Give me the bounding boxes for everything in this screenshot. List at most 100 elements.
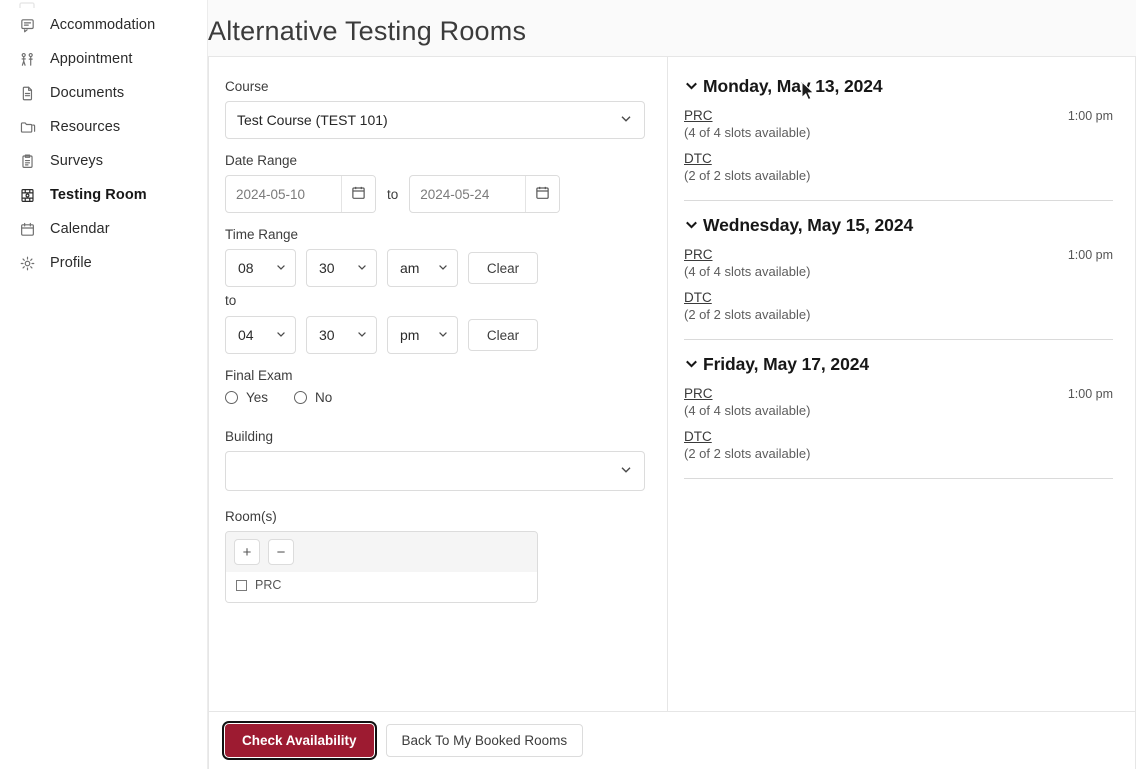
sidebar-item-testing-room[interactable]: Testing Room — [0, 178, 207, 212]
date-range-label: Date Range — [225, 153, 298, 168]
final-exam-option-no[interactable]: No — [294, 390, 332, 405]
final-exam-option-yes[interactable]: Yes — [225, 390, 268, 405]
slot-room-link[interactable]: PRC — [684, 108, 810, 123]
people-icon — [18, 50, 36, 68]
calendar-icon — [18, 220, 36, 238]
clipped-icon — [18, 0, 207, 8]
course-select[interactable]: Test Course (TEST 101) — [225, 101, 645, 139]
course-label: Course — [225, 79, 269, 94]
slot-info: DTC (2 of 2 slots available) — [684, 151, 810, 183]
end-time-clear-button[interactable]: Clear — [468, 319, 538, 351]
chevron-down-icon — [275, 327, 287, 343]
availability-slot: PRC (4 of 4 slots available) 1:00 pm — [684, 108, 1113, 140]
sidebar-item-calendar[interactable]: Calendar — [0, 212, 207, 246]
check-availability-button[interactable]: Check Availability — [222, 721, 377, 760]
start-time-clear-button[interactable]: Clear — [468, 252, 538, 284]
folder-icon — [18, 118, 36, 136]
sidebar-item-label: Testing Room — [50, 187, 147, 203]
slot-info: DTC (2 of 2 slots available) — [684, 290, 810, 322]
course-select-value: Test Course (TEST 101) — [237, 112, 388, 128]
availability-day-group: Friday, May 17, 2024 PRC (4 of 4 slots ava… — [684, 353, 1113, 479]
add-room-button[interactable]: + — [234, 539, 260, 565]
sidebar-item-surveys[interactable]: Surveys — [0, 144, 207, 178]
availability-form: Course Test Course (TEST 101) Date Range — [209, 57, 668, 711]
start-meridiem-select[interactable]: am — [387, 249, 458, 287]
slot-availability: (4 of 4 slots available) — [684, 125, 811, 140]
end-meridiem-select[interactable]: pm — [387, 316, 458, 354]
room-checkbox-item[interactable]: PRC — [236, 578, 527, 592]
day-group-date: Friday, May 17, 2024 — [703, 354, 869, 374]
slot-room-link[interactable]: DTC — [684, 151, 810, 166]
availability-slot: PRC (4 of 4 slots available) 1:00 pm — [684, 386, 1113, 418]
chevron-down-icon — [356, 260, 368, 276]
chevron-down-icon — [619, 463, 633, 480]
availability-slot: DTC (2 of 2 slots available) — [684, 429, 1113, 461]
sidebar-item-resources[interactable]: Resources — [0, 110, 207, 144]
day-group-header[interactable]: Friday, May 17, 2024 — [684, 353, 1113, 376]
clipboard-icon — [18, 152, 36, 170]
date-range-separator: to — [387, 186, 399, 202]
slot-room-link[interactable]: PRC — [684, 247, 810, 262]
final-exam-option-label: Yes — [246, 390, 269, 405]
end-minute-select[interactable]: 30 — [306, 316, 377, 354]
availability-slot: PRC (4 of 4 slots available) 1:00 pm — [684, 247, 1113, 279]
start-date-group — [225, 175, 376, 213]
building-label: Building — [225, 429, 274, 444]
chevron-down-icon — [437, 327, 449, 343]
chevron-down-icon — [356, 327, 368, 343]
day-group-header[interactable]: Wednesday, May 15, 2024 — [684, 214, 1113, 237]
end-date-calendar-button[interactable] — [525, 176, 560, 212]
slot-time: 1:00 pm — [1067, 109, 1113, 123]
chat-bubble-icon — [18, 16, 36, 34]
slot-time: 1:00 pm — [1067, 387, 1113, 401]
time-range-separator: to — [225, 293, 237, 308]
availability-day-group: Wednesday, May 15, 2024 PRC (4 of 4 slots … — [684, 214, 1113, 340]
calendar-icon — [535, 185, 550, 203]
sidebar-item-label: Documents — [50, 85, 125, 101]
rooms-field: Room(s) + − PRC — [225, 509, 645, 603]
calendar-icon — [351, 185, 366, 203]
sidebar-item-clipped[interactable] — [0, 0, 207, 8]
back-to-booked-rooms-button[interactable]: Back To My Booked Rooms — [385, 724, 584, 757]
chevron-down-icon — [437, 260, 449, 276]
start-meridiem-value: am — [400, 260, 420, 276]
main-content: Alternative Testing Rooms Course Test Co… — [208, 0, 1136, 769]
sidebar-item-profile[interactable]: Profile — [0, 246, 207, 280]
slot-info: PRC (4 of 4 slots available) — [684, 108, 810, 140]
final-exam-radio-group: Yes No — [225, 390, 645, 405]
app-root: Accommodation Appointment Documents Resourc… — [0, 0, 1136, 769]
end-date-input[interactable] — [410, 176, 526, 212]
start-hour-select[interactable]: 08 — [225, 249, 296, 287]
sidebar-item-label: Calendar — [50, 221, 110, 237]
chevron-down-icon — [275, 260, 287, 276]
slot-room-link[interactable]: DTC — [684, 290, 810, 305]
day-group-date: Wednesday, May 15, 2024 — [703, 215, 914, 235]
sidebar-item-label: Resources — [50, 119, 121, 135]
building-select[interactable] — [225, 451, 645, 491]
slot-room-link[interactable]: PRC — [684, 386, 810, 401]
sidebar-item-accommodation[interactable]: Accommodation — [0, 8, 207, 42]
gear-icon — [18, 254, 36, 272]
chevron-down-icon — [684, 355, 699, 376]
day-group-date: Monday, May 13, 2024 — [703, 76, 883, 96]
end-hour-select[interactable]: 04 — [225, 316, 296, 354]
start-date-input[interactable] — [226, 176, 341, 212]
form-actions: Check Availability Back To My Booked Roo… — [208, 711, 1136, 769]
sidebar-item-appointment[interactable]: Appointment — [0, 42, 207, 76]
date-range-row: to — [225, 175, 645, 213]
start-date-calendar-button[interactable] — [341, 176, 375, 212]
remove-room-button[interactable]: − — [268, 539, 294, 565]
course-field: Course Test Course (TEST 101) — [225, 79, 645, 139]
end-meridiem-value: pm — [400, 327, 420, 343]
start-time-row: 08 30 am Clear — [225, 249, 645, 287]
sidebar-item-documents[interactable]: Documents — [0, 76, 207, 110]
slot-room-link[interactable]: DTC — [684, 429, 810, 444]
start-minute-select[interactable]: 30 — [306, 249, 377, 287]
final-exam-label: Final Exam — [225, 368, 293, 383]
availability-slot: DTC (2 of 2 slots available) — [684, 151, 1113, 183]
document-icon — [18, 84, 36, 102]
day-group-header[interactable]: Monday, May 13, 2024 — [684, 75, 1113, 98]
radio-icon — [225, 391, 238, 404]
availability-slot: DTC (2 of 2 slots available) — [684, 290, 1113, 322]
sidebar-item-label: Profile — [50, 255, 92, 271]
